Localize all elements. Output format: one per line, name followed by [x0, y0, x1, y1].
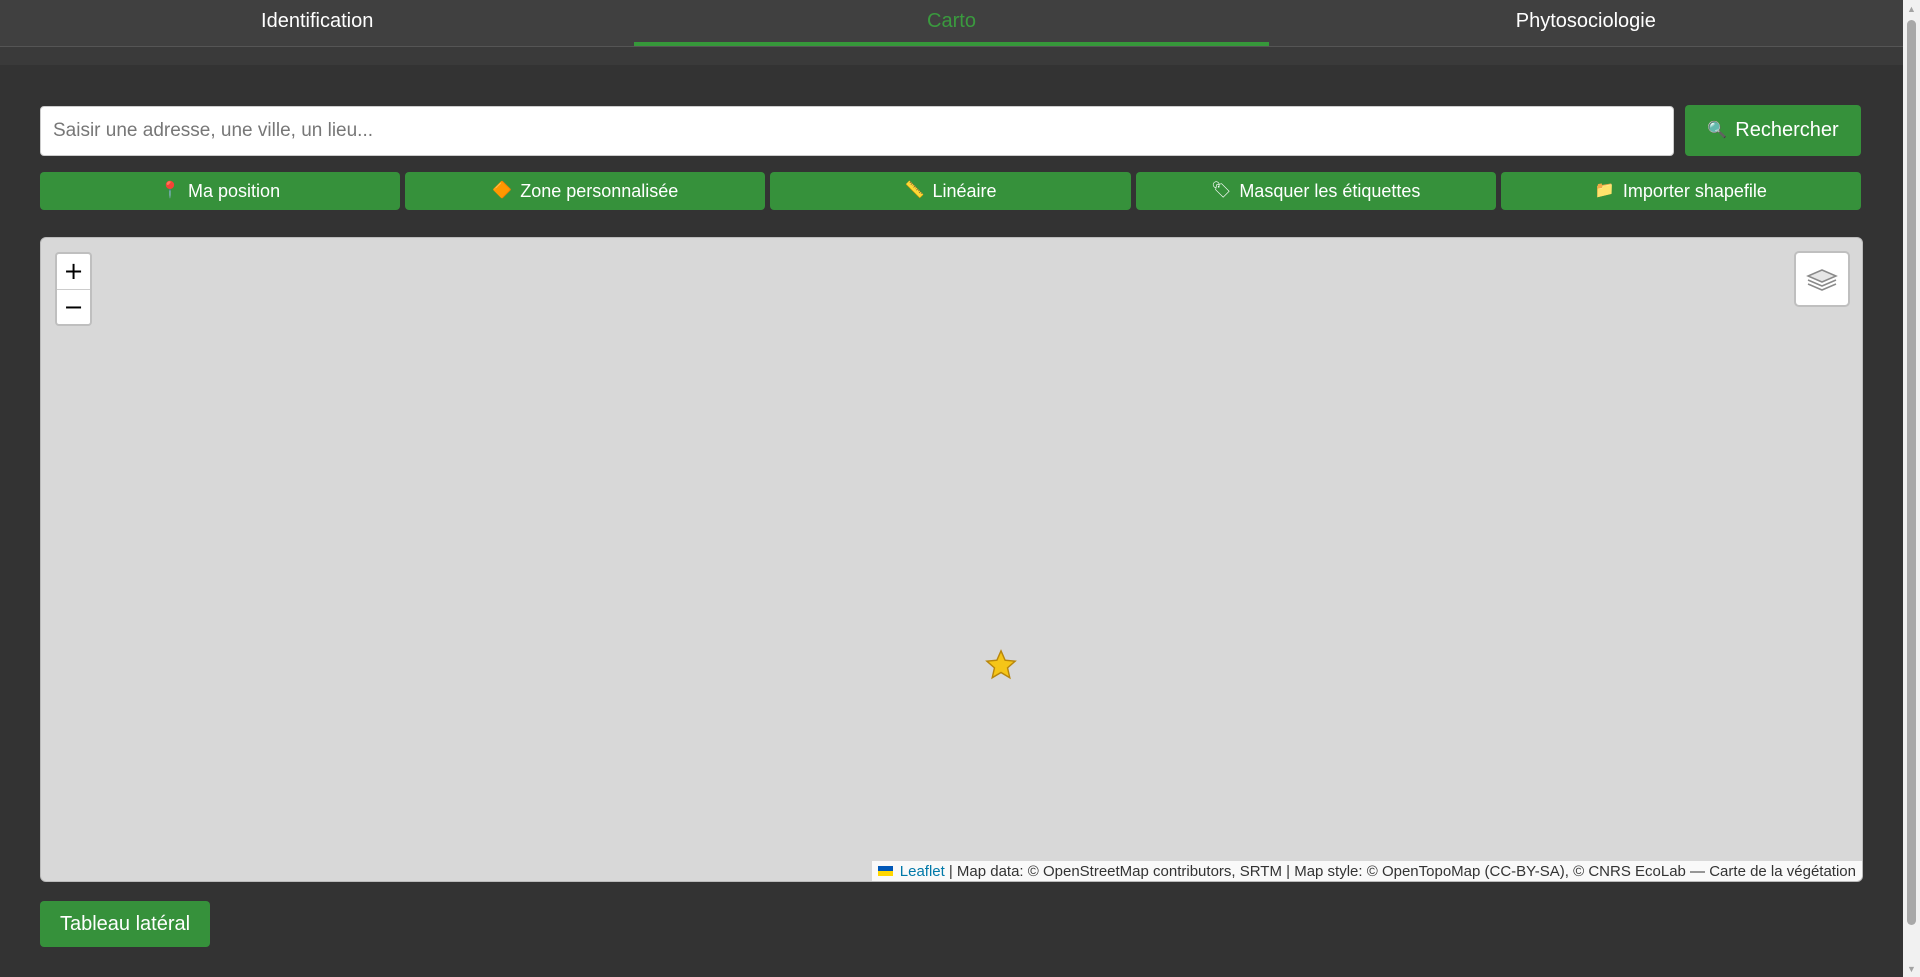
layers-button[interactable] [1794, 251, 1850, 307]
attribution-text: | Map data: © OpenStreetMap contributors… [948, 862, 1856, 880]
custom-zone-button[interactable]: 🔶 Zone personnalisée [405, 172, 766, 210]
scroll-down-icon[interactable]: ▼ [1903, 960, 1920, 977]
tool-label: Masquer les étiquettes [1239, 180, 1421, 201]
linear-button[interactable]: 📏 Linéaire [770, 172, 1131, 210]
tab-label: Identification [261, 10, 374, 32]
tab-label: Carto [927, 10, 976, 32]
tool-label: Importer shapefile [1622, 180, 1767, 201]
zoom-out-button[interactable]: − [57, 290, 90, 325]
tool-label: Ma position [188, 180, 281, 201]
tool-label: Linéaire [932, 180, 997, 201]
tab-phytosociologie[interactable]: Phytosociologie [1269, 0, 1903, 46]
tab-carto[interactable]: Carto [634, 0, 1269, 46]
layers-icon [1806, 269, 1838, 291]
tab-identification[interactable]: Identification [0, 0, 634, 46]
magnifier-icon: 🔍 [1707, 121, 1728, 139]
map-tools: 📍 Ma position 🔶 Zone personnalisée 📏 Lin… [40, 172, 1862, 210]
tool-label: Zone personnalisée [520, 180, 679, 201]
zoom-in-button[interactable]: + [57, 254, 90, 290]
star-icon[interactable] [984, 648, 1018, 682]
tab-label: Phytosociologie [1515, 10, 1656, 32]
page-scrollbar[interactable]: ▲ ▼ [1903, 0, 1920, 977]
folder-icon: 📁 [1594, 182, 1615, 199]
search-button-label: Rechercher [1735, 119, 1839, 141]
ukraine-flag-icon [877, 866, 893, 876]
diamond-icon: 🔶 [492, 182, 513, 199]
map-container[interactable]: + − Leaflet | Map data: © OpenStreetMap … [40, 237, 1863, 882]
hide-labels-button[interactable]: 🏷 Masquer les étiquettes [1135, 172, 1496, 210]
sub-bar [0, 47, 1903, 65]
scroll-thumb[interactable] [1907, 20, 1916, 925]
tab-bar: Identification Carto Phytosociologie [0, 0, 1903, 47]
zoom-control: + − [55, 252, 92, 326]
my-position-button[interactable]: 📍 Ma position [40, 172, 401, 210]
pin-icon: 📍 [160, 182, 181, 199]
side-panel-button[interactable]: Tableau latéral [40, 901, 210, 947]
import-shapefile-button[interactable]: 📁 Importer shapefile [1500, 172, 1862, 210]
scroll-up-icon[interactable]: ▲ [1903, 0, 1920, 17]
search-button[interactable]: 🔍 Rechercher [1685, 105, 1861, 156]
ruler-icon: 📏 [904, 182, 925, 199]
leaflet-link[interactable]: Leaflet [900, 863, 945, 880]
tag-icon: 🏷 [1211, 182, 1232, 199]
search-input[interactable] [40, 106, 1674, 156]
map-attribution: Leaflet | Map data: © OpenStreetMap cont… [871, 861, 1862, 881]
